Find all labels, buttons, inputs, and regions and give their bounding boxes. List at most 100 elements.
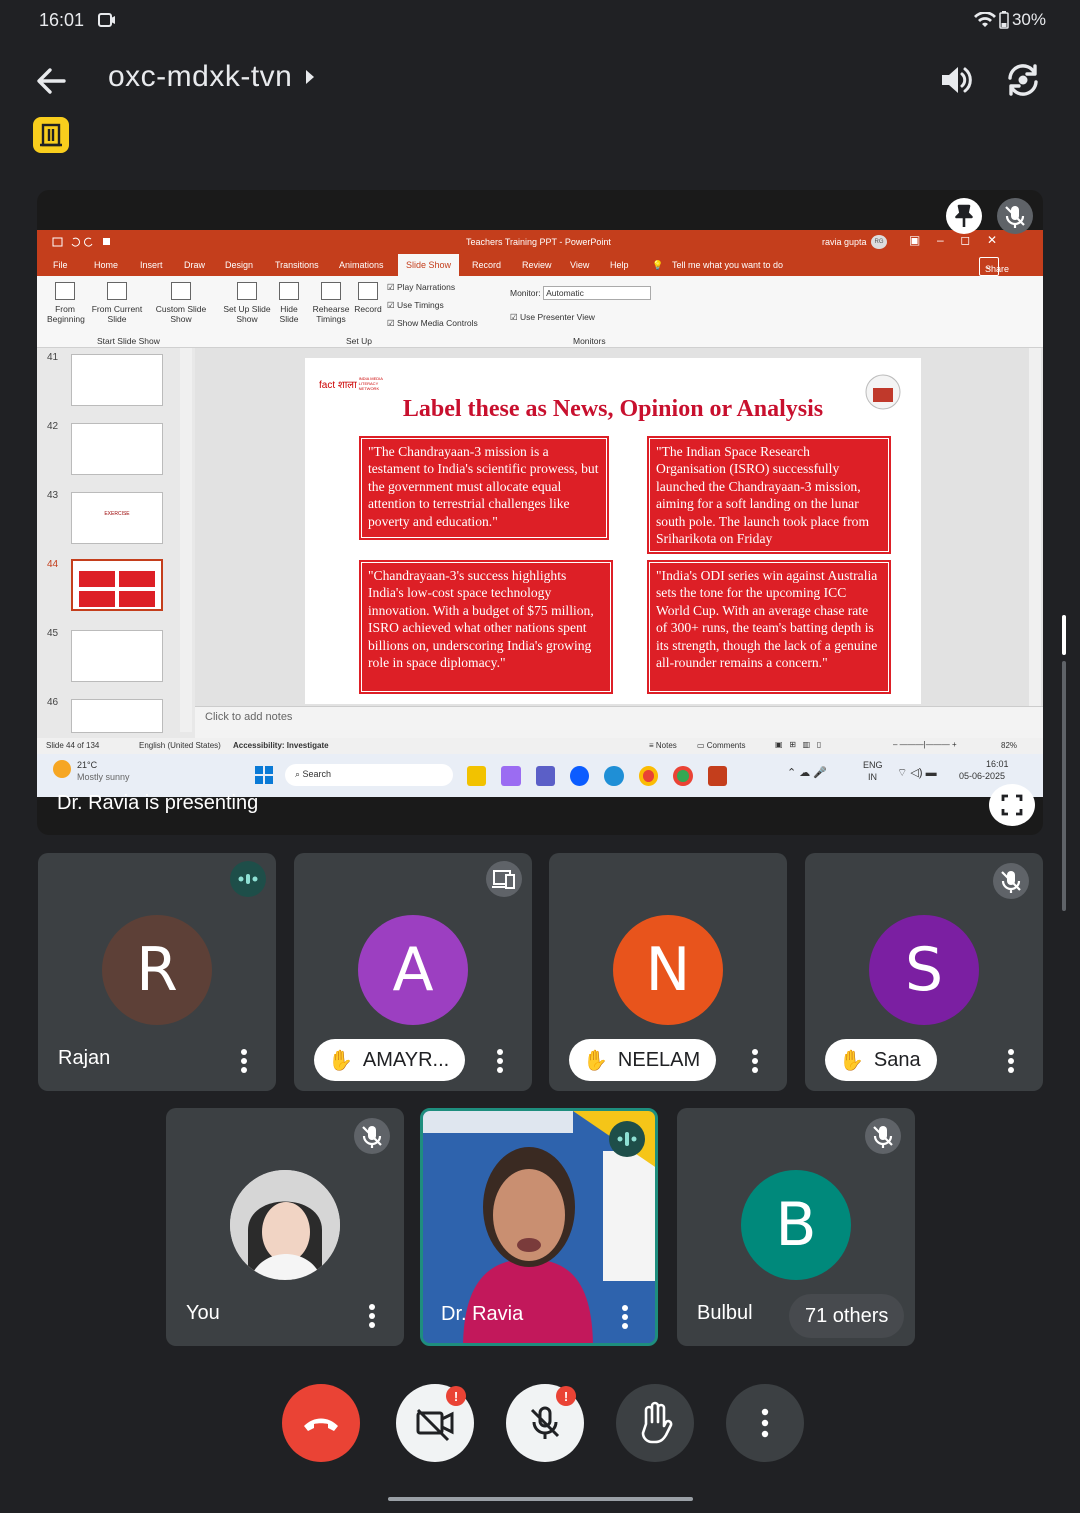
status-time: 16:01	[39, 10, 85, 30]
zoom-level[interactable]: 82%	[1001, 741, 1017, 750]
presenting-label: Dr. Ravia is presenting	[57, 792, 259, 814]
tray-lang[interactable]: ENG	[863, 760, 883, 770]
from-beginning-button[interactable]: From Beginning	[47, 282, 85, 324]
more-options-icon[interactable]	[232, 1048, 256, 1074]
share-button[interactable]: Share ⌄	[979, 257, 1009, 276]
slide-thumbnail[interactable]	[71, 699, 163, 733]
raised-hand-pill: ✋ NEELAM	[569, 1039, 717, 1081]
back-arrow-icon[interactable]	[30, 60, 72, 102]
participant-tile-amayr[interactable]: A ✋ AMAYR...	[294, 853, 532, 1091]
notes-button[interactable]: ≡ Notes	[649, 741, 677, 750]
presenter-view-check[interactable]: ☑ Use Presenter View	[510, 312, 595, 323]
mic-off-icon	[1005, 206, 1025, 228]
participant-tile-you[interactable]: You	[166, 1108, 404, 1346]
show-media-check[interactable]: ☑ Show Media Controls	[387, 318, 478, 329]
meeting-title[interactable]: oxc-mdxk-tvn	[108, 60, 316, 94]
chrome-icon	[638, 766, 659, 786]
end-call-icon	[304, 1418, 338, 1431]
tab-draw[interactable]: Draw	[184, 260, 205, 270]
window-controls[interactable]: ▣ – ◻ ✕	[909, 233, 997, 247]
language[interactable]: English (United States)	[139, 741, 221, 750]
thumb-number: 42	[47, 421, 59, 432]
slide-thumbnail[interactable]: EXERCISE	[71, 492, 163, 544]
more-options-icon[interactable]	[743, 1048, 767, 1074]
thumb-number: 45	[47, 628, 59, 639]
ppt-status-bar: Slide 44 of 134 English (United States) …	[37, 738, 1043, 754]
comments-button[interactable]: ▭ Comments	[697, 741, 745, 750]
accessibility-status[interactable]: Accessibility: Investigate	[233, 741, 329, 750]
home-indicator[interactable]	[388, 1497, 693, 1501]
play-narrations-check[interactable]: ☑ Play Narrations	[387, 282, 455, 293]
tab-home[interactable]: Home	[94, 260, 118, 270]
raise-hand-button[interactable]	[616, 1384, 694, 1462]
tab-file[interactable]: File	[53, 260, 68, 270]
thumb-scrollbar[interactable]	[180, 348, 192, 732]
taskbar-apps[interactable]	[467, 766, 728, 786]
rehearse-button[interactable]: Rehearse Timings	[311, 282, 351, 324]
current-slide[interactable]: fact शाला INDIA MEDIA LITERACY NETWORK L…	[305, 358, 921, 704]
participant-tile-dr-ravia[interactable]: Dr. Ravia	[420, 1108, 658, 1346]
more-options-button[interactable]	[726, 1384, 804, 1462]
mic-toggle-button[interactable]: !	[506, 1384, 584, 1462]
mic-off-badge	[997, 198, 1033, 234]
leave-call-button[interactable]	[282, 1384, 360, 1462]
switch-camera-icon[interactable]	[999, 58, 1047, 102]
hand-icon: ✋	[328, 1049, 353, 1072]
camera-toggle-button[interactable]: !	[396, 1384, 474, 1462]
speaker-icon[interactable]	[932, 58, 978, 102]
notes-pane[interactable]: Click to add notes	[195, 706, 1043, 738]
view-buttons[interactable]: ▣ ⊞ ▥ ▯	[775, 740, 821, 749]
hide-slide-icon	[279, 282, 299, 300]
others-count-pill[interactable]: 71 others	[789, 1294, 905, 1338]
tray-clock[interactable]: 16:01	[986, 759, 1009, 769]
more-options-icon[interactable]	[613, 1304, 637, 1330]
tab-slide-show[interactable]: Slide Show	[398, 254, 460, 276]
factshala-logo: fact शाला INDIA MEDIA LITERACY NETWORK	[319, 376, 383, 391]
slide-thumbnail-active[interactable]	[71, 559, 163, 611]
participant-tile-sana[interactable]: S ✋ Sana	[805, 853, 1043, 1091]
tell-me-search[interactable]: Tell me what you want to do	[672, 260, 783, 270]
custom-show-button[interactable]: Custom Slide Show	[151, 282, 211, 324]
ppt-ribbon-tabs: File Home Insert Draw Design Transitions…	[37, 254, 1043, 276]
tray-date[interactable]: 05-06-2025	[959, 771, 1005, 781]
tab-design[interactable]: Design	[225, 260, 253, 270]
powerpoint-icon	[707, 766, 728, 786]
more-options-icon[interactable]	[488, 1048, 512, 1074]
tab-animations[interactable]: Animations	[339, 260, 384, 270]
tab-help[interactable]: Help	[610, 260, 629, 270]
tab-transitions[interactable]: Transitions	[275, 260, 319, 270]
building-badge-icon[interactable]	[33, 117, 69, 153]
slide-thumbnail[interactable]	[71, 630, 163, 682]
tray-network-icons[interactable]: ⌔ ◁) ▬	[897, 766, 937, 780]
tab-insert[interactable]: Insert	[140, 260, 163, 270]
more-options-icon[interactable]	[360, 1303, 384, 1329]
avatar: B	[741, 1170, 851, 1280]
participant-tile-bulbul[interactable]: B Bulbul 71 others	[677, 1108, 915, 1346]
tab-record[interactable]: Record	[472, 260, 501, 270]
fullscreen-button[interactable]	[989, 784, 1035, 826]
presentation-tile[interactable]: Teachers Training PPT - PowerPoint ravia…	[37, 190, 1043, 835]
avatar: S	[869, 915, 979, 1025]
participant-tile-rajan[interactable]: R Rajan	[38, 853, 276, 1091]
hide-slide-button[interactable]: Hide Slide	[275, 282, 303, 324]
tray-icons[interactable]: ⌃ ☁ 🎤	[787, 766, 827, 779]
slide-thumbnail[interactable]	[71, 423, 163, 475]
record-button[interactable]: Record	[353, 282, 383, 314]
slide-thumbnail[interactable]	[71, 354, 163, 406]
zoom-slider[interactable]: – ———|——— +	[893, 740, 957, 749]
rehearse-icon	[321, 282, 341, 300]
taskbar-search[interactable]: ⌕ Search	[285, 764, 453, 786]
tab-view[interactable]: View	[570, 260, 589, 270]
tab-review[interactable]: Review	[522, 260, 552, 270]
slide-scrollbar[interactable]	[1029, 348, 1041, 706]
setup-show-button[interactable]: Set Up Slide Show	[222, 282, 272, 324]
monitor-select[interactable]: Automatic	[543, 286, 652, 300]
slide-title: Label these as News, Opinion or Analysis	[402, 396, 824, 422]
thumb-number: 46	[47, 697, 59, 708]
from-current-button[interactable]: From Current Slide	[89, 282, 145, 324]
windows-start-icon[interactable]	[255, 766, 273, 784]
participant-tile-neelam[interactable]: N ✋ NEELAM	[549, 853, 787, 1091]
pin-button[interactable]	[946, 198, 982, 234]
use-timings-check[interactable]: ☑ Use Timings	[387, 300, 444, 311]
more-options-icon[interactable]	[999, 1048, 1023, 1074]
